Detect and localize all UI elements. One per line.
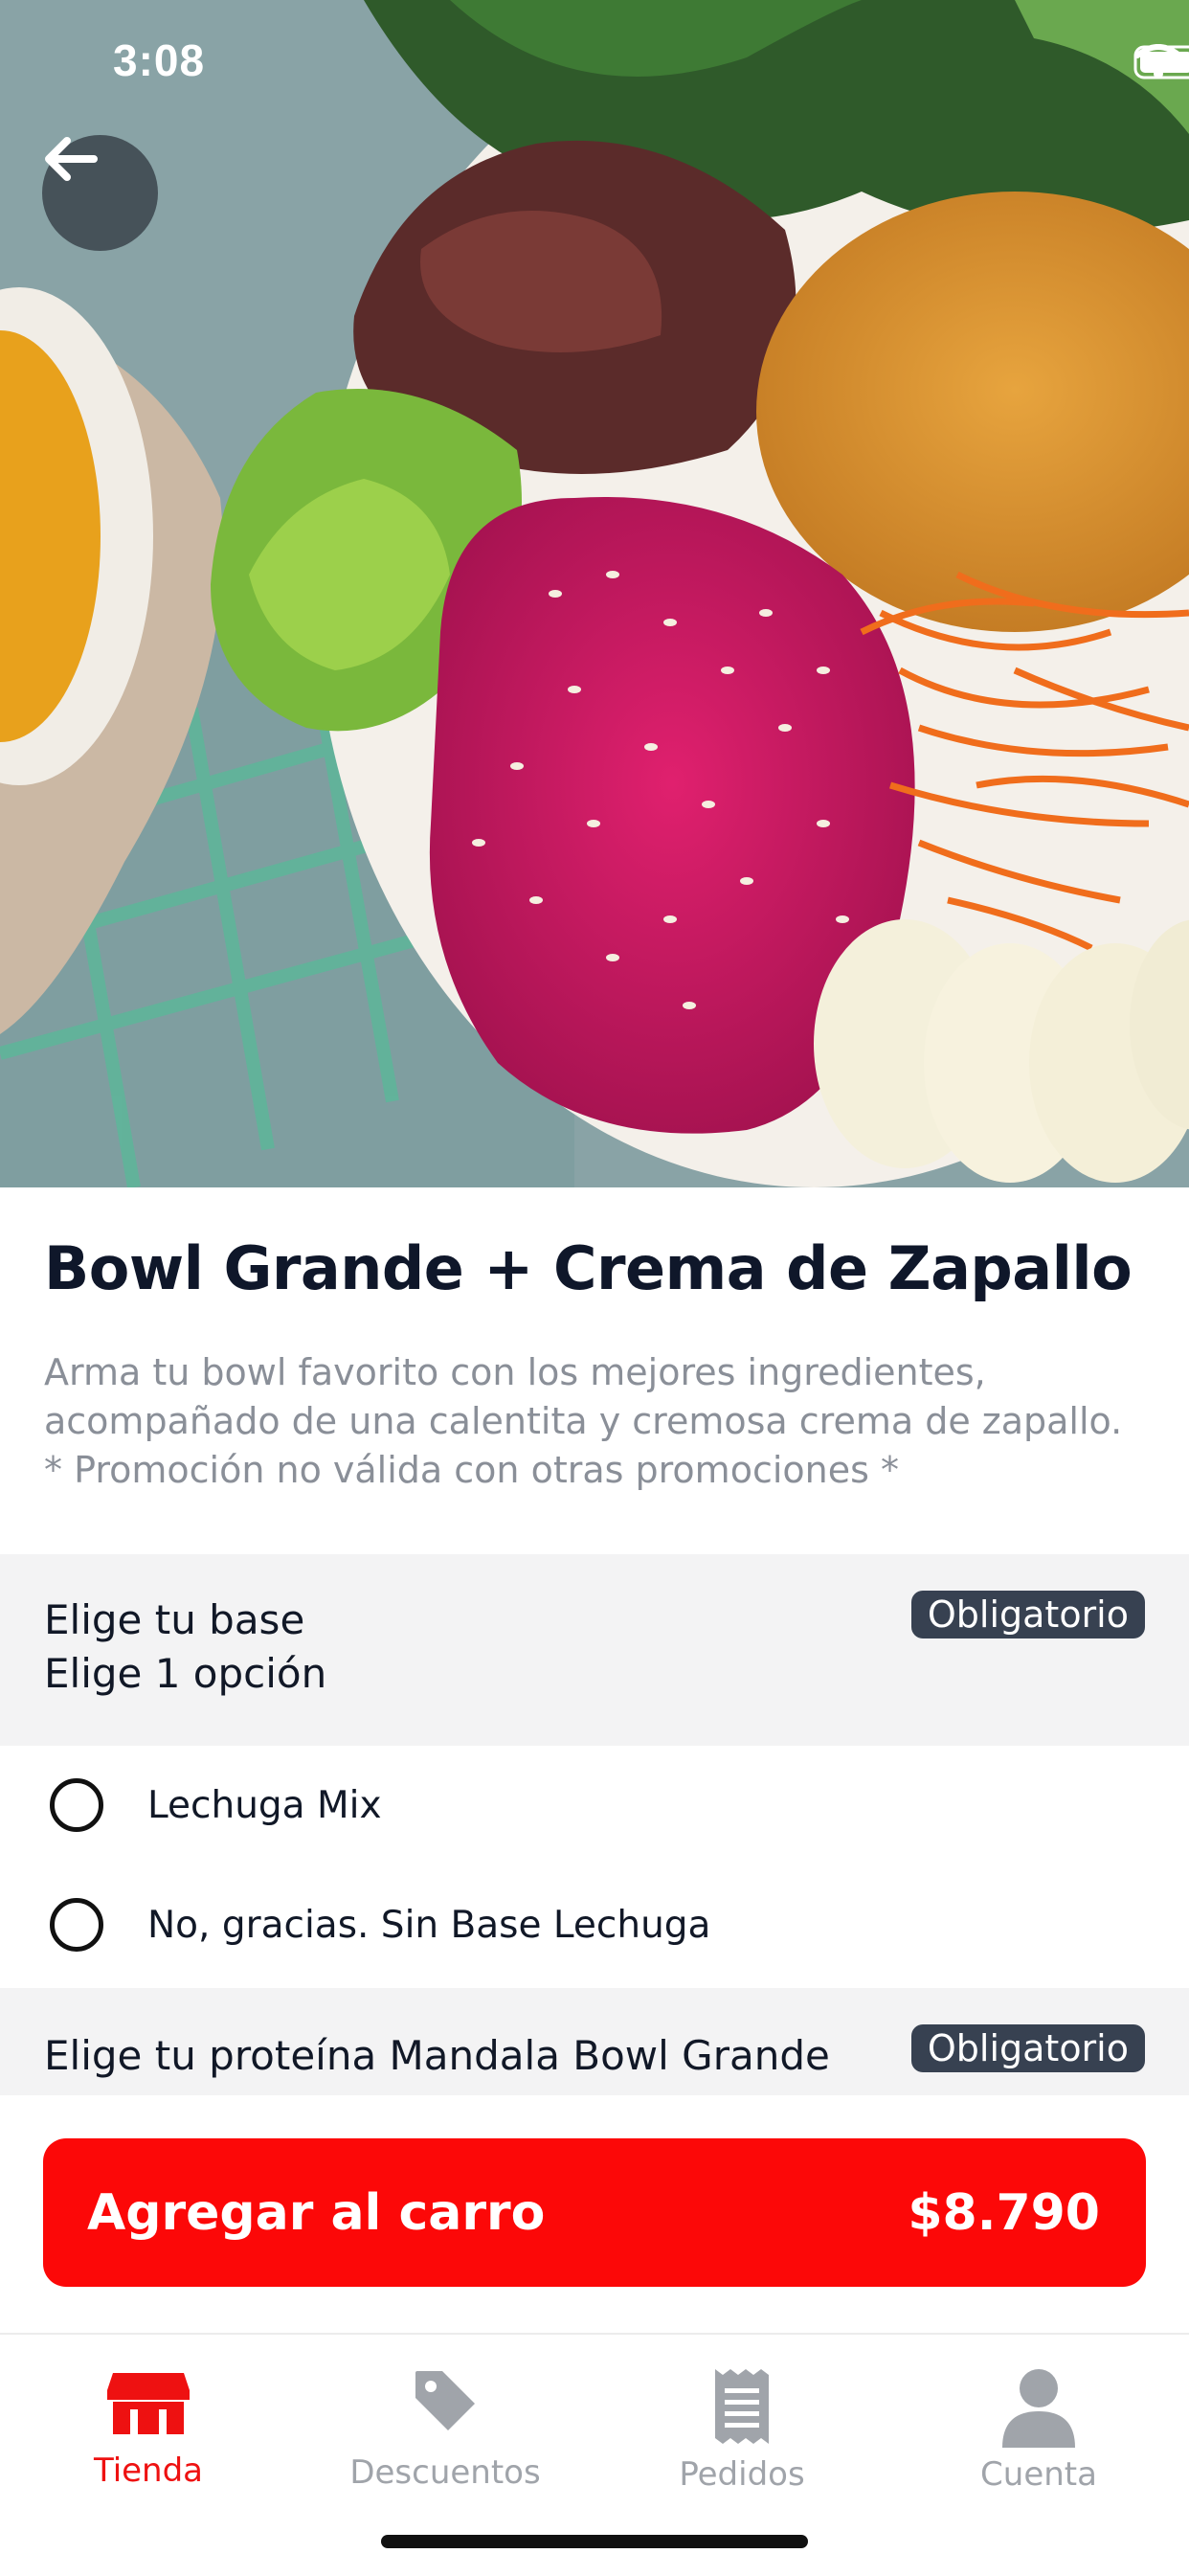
section-subtitle: Elige 1 opción [44, 1650, 327, 1697]
required-badge: Obligatorio [910, 1591, 1145, 1638]
option-label: No, gracias. Sin Base Lechuga [147, 1904, 711, 1947]
arrow-left-icon [45, 137, 98, 181]
status-time: 3:08 [113, 35, 206, 85]
section-title: Elige tu proteína Mandala Bowl Grande [44, 2032, 830, 2079]
description-line: acompañado de una calentita y cremosa cr… [44, 1400, 1123, 1442]
nav-item-cuenta[interactable]: Cuenta [890, 2335, 1187, 2526]
store-icon [107, 2373, 190, 2434]
product-hero-image: 3:08 [0, 0, 1189, 1187]
back-button[interactable] [42, 135, 158, 251]
radio-button[interactable] [50, 1778, 103, 1832]
add-to-cart-label: Agregar al carro [87, 2184, 546, 2242]
required-badge: Obligatorio [910, 2024, 1145, 2072]
option-label: Lechuga Mix [147, 1784, 382, 1827]
nav-label: Descuentos [349, 2453, 541, 2492]
receipt-icon [715, 2369, 769, 2444]
section-header-protein: Elige tu proteína Mandala Bowl Grande Ob… [0, 1988, 1189, 2095]
battery-icon [1133, 45, 1189, 79]
nav-item-tienda[interactable]: Tienda [0, 2335, 297, 2526]
nav-label: Tienda [93, 2452, 204, 2490]
user-icon [1002, 2369, 1075, 2448]
option-lechuga-mix[interactable]: Lechuga Mix [0, 1748, 1189, 1868]
product-title: Bowl Grande + Crema de Zapallo [44, 1233, 1133, 1303]
nav-item-pedidos[interactable]: Pedidos [594, 2335, 890, 2526]
option-sin-base[interactable]: No, gracias. Sin Base Lechuga [0, 1867, 1189, 1988]
nav-label: Pedidos [679, 2455, 805, 2494]
price-label: $8.790 [908, 2184, 1100, 2242]
radio-button[interactable] [50, 1898, 103, 1952]
home-indicator [381, 2535, 808, 2548]
section-header-base: Elige tu base Elige 1 opción Obligatorio [0, 1554, 1189, 1746]
nav-label: Cuenta [980, 2455, 1097, 2494]
bowl-photo [0, 0, 1189, 1187]
tag-icon [415, 2371, 475, 2430]
nav-item-descuentos[interactable]: Descuentos [297, 2335, 594, 2526]
description-line: Arma tu bowl favorito con los mejores in… [44, 1351, 986, 1393]
description-line: * Promoción no válida con otras promocio… [44, 1449, 899, 1491]
product-description: Arma tu bowl favorito con los mejores in… [44, 1348, 1145, 1495]
status-bar: 3:08 [0, 0, 1189, 124]
add-to-cart-button[interactable]: Agregar al carro $8.790 [43, 2138, 1146, 2287]
section-title: Elige tu base [44, 1596, 305, 1643]
